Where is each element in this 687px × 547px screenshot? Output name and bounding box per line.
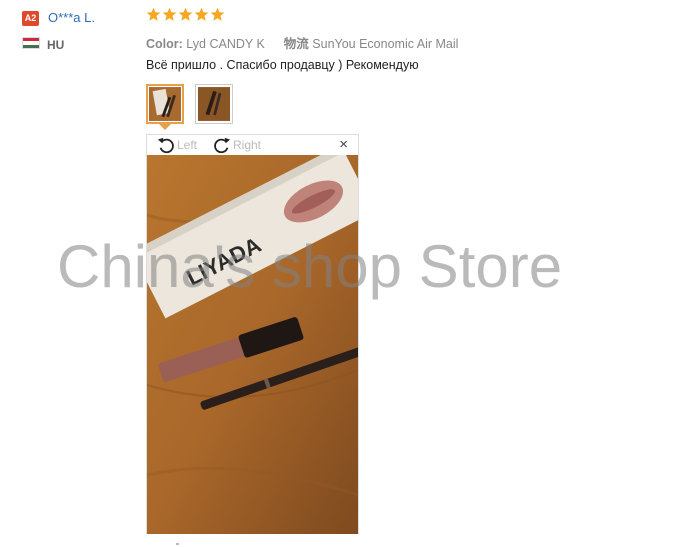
reviewer-level-badge: A2 <box>22 11 39 26</box>
reviewer-name[interactable]: O***a L. <box>48 10 95 25</box>
rotate-left-icon <box>157 137 174 154</box>
color-label: Color: <box>146 37 183 51</box>
reviewer-country: HU <box>47 38 65 52</box>
lipstick-photo-thumbnail-icon <box>198 87 230 121</box>
rotate-left-label: Left <box>177 138 198 152</box>
hungary-flag-icon <box>22 37 40 49</box>
order-info: Color: Lyd CANDY K 物流 SunYou Economic Ai… <box>146 33 458 52</box>
review-photo-thumbnail-2[interactable] <box>195 84 233 124</box>
star-icon <box>178 7 193 21</box>
close-viewer-button[interactable]: × <box>339 137 348 153</box>
rotate-right-icon <box>214 137 231 154</box>
lipstick-photo-thumbnail-icon <box>149 87 181 121</box>
divider-mark <box>176 543 179 545</box>
review-photo-thumbnail-1[interactable] <box>146 84 184 124</box>
shipping-label: 物流 <box>283 37 309 51</box>
photo-viewer: Left Right × LIYADA <box>146 134 359 534</box>
star-icon <box>194 7 209 21</box>
review-text: Всё пришло . Спасибо продавцу ) Рекоменд… <box>146 58 419 72</box>
viewer-toolbar: Left Right × <box>147 135 358 155</box>
star-icon <box>210 7 225 21</box>
star-icon <box>162 7 177 21</box>
color-value: Lyd CANDY K <box>186 37 265 51</box>
rotate-left-button[interactable]: Left <box>157 136 197 154</box>
star-rating <box>146 7 225 22</box>
star-icon <box>146 7 161 21</box>
rotate-right-button[interactable]: Right <box>213 136 261 154</box>
review-photo: LIYADA <box>147 155 358 534</box>
shipping-value: SunYou Economic Air Mail <box>312 37 459 51</box>
rotate-right-label: Right <box>233 138 262 152</box>
active-thumbnail-pointer <box>159 124 171 130</box>
